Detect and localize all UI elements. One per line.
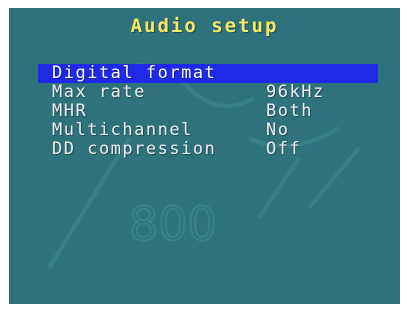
menu-item-value: 96kHz [266,82,325,102]
page-title: Audio setup [130,15,279,37]
menu-item-label: Digital format [52,63,217,83]
menu-item-label: Max rate [52,82,146,102]
menu-item-label: Multichannel [52,120,193,140]
menu-item-digital-format[interactable]: Digital format [38,64,378,83]
menu-item-label: MHR [52,101,88,121]
menu-item-value: Both [266,101,313,121]
menu-item-value: No [266,120,290,140]
osd-screen: 800 Audio setup Digital format Max rate … [9,8,400,304]
menu-item-mhr[interactable]: MHR Both [38,102,378,121]
audio-setup-menu: Digital format Max rate 96kHz MHR Both M… [38,64,378,159]
menu-item-max-rate[interactable]: Max rate 96kHz [38,83,378,102]
menu-item-dd-compression[interactable]: DD compression Off [38,140,378,159]
watermark-number: 800 [129,197,217,251]
menu-item-value: Off [266,139,302,159]
menu-item-label: DD compression [52,139,217,159]
menu-item-multichannel[interactable]: Multichannel No [38,121,378,140]
